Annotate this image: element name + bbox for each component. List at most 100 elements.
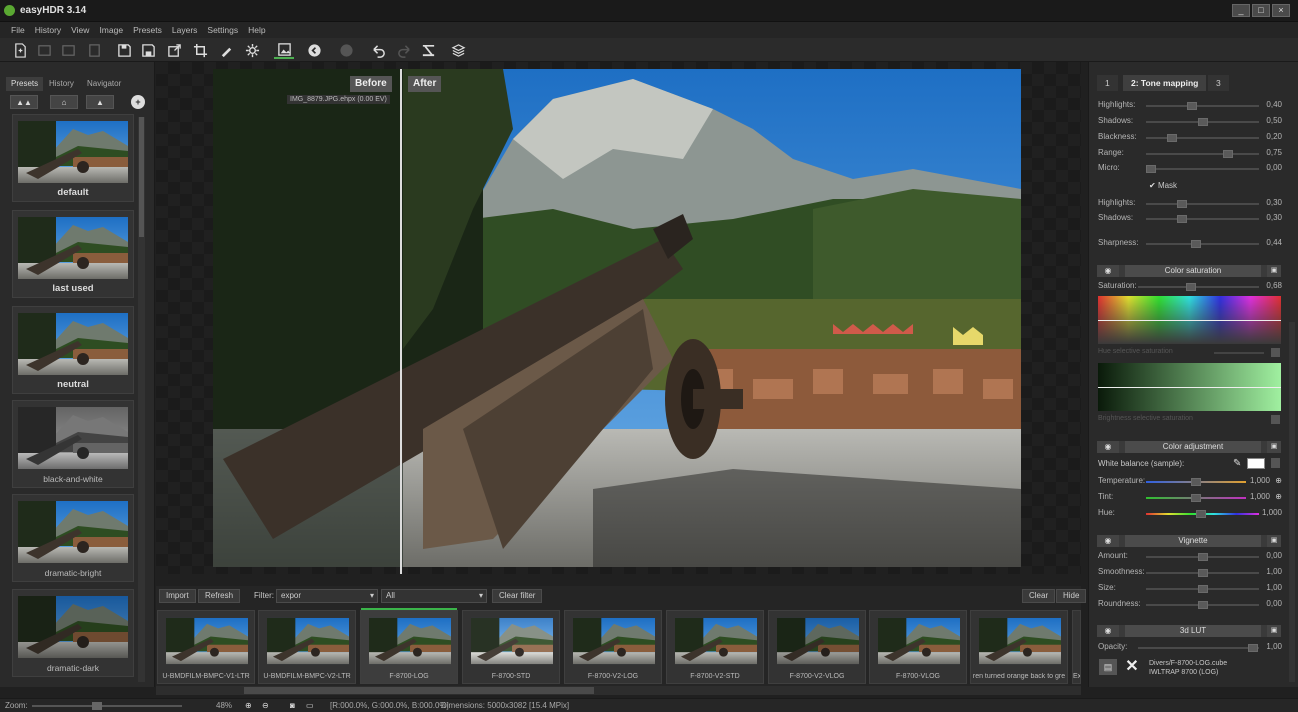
temperature-slider[interactable]: Temperature: 1,000 ⊕ (1098, 476, 1282, 488)
menu-layers[interactable]: Layers (167, 22, 203, 38)
lut-item[interactable]: F-8700-LOG (360, 610, 458, 684)
export-icon[interactable] (164, 41, 184, 59)
maximize-button[interactable]: □ (1252, 4, 1270, 17)
clear-filter-button[interactable]: Clear filter (492, 589, 543, 603)
preset-dramatic-bright[interactable]: dramatic-bright (12, 494, 134, 582)
slider-row[interactable]: Range: 0,75 (1098, 148, 1282, 160)
visibility-eye-icon[interactable]: ◉ (1097, 441, 1119, 453)
menu-help[interactable]: Help (243, 22, 270, 38)
slider-track[interactable] (1146, 168, 1259, 170)
opacity-slider[interactable]: Opacity: 1,00 (1098, 642, 1282, 654)
slider-row[interactable]: Amount: 0,00 (1098, 551, 1282, 563)
import-button[interactable]: Import (159, 589, 196, 603)
hue-selective-slider[interactable] (1214, 352, 1264, 354)
slider-row[interactable]: Micro: 0,00 (1098, 163, 1282, 175)
lut-header[interactable]: ◉ 3d LUT ▣ (1097, 625, 1281, 637)
lut-item[interactable]: F-8700-V2-VLOG (768, 610, 866, 684)
preset-black-and-white[interactable]: black-and-white (12, 400, 134, 488)
zoom-out-icon[interactable]: ⊖ (262, 701, 269, 710)
brightness-saturation-curve[interactable] (1098, 363, 1281, 411)
navigate-back-icon[interactable] (304, 41, 324, 59)
lock-icon[interactable]: ▣ (1267, 535, 1281, 547)
slider-knob[interactable] (1248, 644, 1258, 652)
lut-item[interactable]: F-8700-V2-STD (666, 610, 764, 684)
preset-last-used[interactable]: last used (12, 210, 134, 298)
lock-icon[interactable]: ▣ (1267, 265, 1281, 277)
open-hdr-icon[interactable] (34, 41, 54, 59)
tab-history[interactable]: History (44, 77, 79, 91)
menu-settings[interactable]: Settings (202, 22, 243, 38)
tab-tone-mapping[interactable]: 2: Tone mapping (1123, 75, 1207, 91)
open-folder-icon[interactable]: ▤ (1099, 659, 1117, 675)
slider-knob[interactable] (1176, 215, 1187, 223)
save-icon[interactable] (114, 41, 134, 59)
hue-slider[interactable]: Hue: 1,000 (1098, 508, 1282, 520)
camera-icon[interactable]: ◙ (290, 701, 295, 710)
tab-layer-3[interactable]: 3 (1208, 75, 1229, 91)
minimize-button[interactable]: _ (1232, 4, 1250, 17)
tint-slider[interactable]: Tint: 1,000 ⊕ (1098, 492, 1282, 504)
color-adjustment-header[interactable]: ◉ Color adjustment ▣ (1097, 441, 1281, 453)
redo-icon[interactable] (394, 41, 414, 59)
slider-track[interactable] (1146, 105, 1259, 107)
close-button[interactable]: × (1272, 4, 1290, 17)
slider-row[interactable]: Shadows: 0,50 (1098, 116, 1282, 128)
slider-knob[interactable] (1196, 510, 1206, 518)
slider-row[interactable]: Roundness: 0,00 (1098, 599, 1282, 611)
expand-icon[interactable] (1271, 458, 1280, 468)
slider-track[interactable] (1146, 243, 1259, 245)
navigate-forward-icon[interactable] (336, 41, 356, 59)
zoom-icon[interactable]: ⊕ (1275, 476, 1282, 485)
before-after-split-line[interactable] (400, 69, 402, 574)
undo-icon[interactable] (368, 41, 388, 59)
slider-knob[interactable] (1197, 553, 1208, 561)
slider-track[interactable] (1146, 137, 1259, 139)
preset-dramatic-dark[interactable]: dramatic-dark (12, 589, 134, 677)
menu-file[interactable]: File (6, 22, 30, 38)
lut-item[interactable]: F-8700-STD (462, 610, 560, 684)
saturation-slider[interactable]: Saturation: 0,68 (1098, 281, 1282, 293)
slider-knob[interactable] (1166, 134, 1177, 142)
slider-row[interactable]: Highlights: 0,40 (1098, 100, 1282, 112)
visibility-eye-icon[interactable]: ◉ (1097, 535, 1119, 547)
photo-preview[interactable] (213, 69, 1021, 567)
zoom-slider[interactable] (32, 702, 182, 710)
slider-row[interactable]: Smoothness: 1,00 (1098, 567, 1282, 579)
lut-item[interactable]: U-BMDFILM-BMPC-V1-LTR (157, 610, 255, 684)
remove-lut-icon[interactable]: ✕ (1123, 658, 1141, 676)
lut-item[interactable]: ren turned orange back to gre (970, 610, 1068, 684)
category-select[interactable]: All ▾ (381, 589, 487, 603)
built-in-presets-button[interactable]: ⌂ (50, 95, 78, 109)
slider-row[interactable]: Shadows: 0,30 (1098, 213, 1282, 225)
image-canvas[interactable]: Before After IMG_8879.JPG.ehpx (0.00 EV) (156, 62, 1081, 574)
slider-knob[interactable] (1191, 494, 1201, 502)
presets-scrollbar[interactable] (138, 117, 145, 682)
batch-icon[interactable] (84, 41, 104, 59)
hide-button[interactable]: Hide (1056, 589, 1087, 603)
slider-track[interactable] (1138, 286, 1259, 288)
slider-knob[interactable] (1176, 200, 1187, 208)
eyedropper-icon[interactable]: ✎ (1233, 458, 1241, 469)
slider-knob[interactable] (1191, 240, 1202, 248)
slider-knob[interactable] (1223, 150, 1234, 158)
expand-icon[interactable] (1271, 348, 1280, 357)
lock-icon[interactable]: ▣ (1267, 625, 1281, 637)
menu-history[interactable]: History (30, 22, 66, 38)
slider-row[interactable]: Highlights: 0,30 (1098, 198, 1282, 210)
menu-image[interactable]: Image (94, 22, 128, 38)
visibility-eye-icon[interactable]: ◉ (1097, 265, 1119, 277)
tab-layer-1[interactable]: 1 (1097, 75, 1118, 91)
zoom-icon[interactable]: ⊕ (1275, 492, 1282, 501)
slider-row[interactable]: Sharpness: 0,44 (1098, 238, 1282, 250)
slider-knob[interactable] (1197, 118, 1208, 126)
lut-item[interactable]: U-BMDFILM-BMPC-V2-LTR (258, 610, 356, 684)
menu-presets[interactable]: Presets (128, 22, 167, 38)
slider-knob[interactable] (1197, 585, 1208, 593)
lut-item[interactable]: Ex (1072, 610, 1081, 684)
mask-checkbox[interactable]: ✔ Mask (1149, 181, 1177, 190)
slider-knob[interactable] (1197, 569, 1208, 577)
open-images-icon[interactable] (58, 41, 78, 59)
slider-knob[interactable] (1197, 601, 1208, 609)
slider-track[interactable] (1146, 153, 1259, 155)
tab-navigator[interactable]: Navigator (82, 77, 126, 91)
